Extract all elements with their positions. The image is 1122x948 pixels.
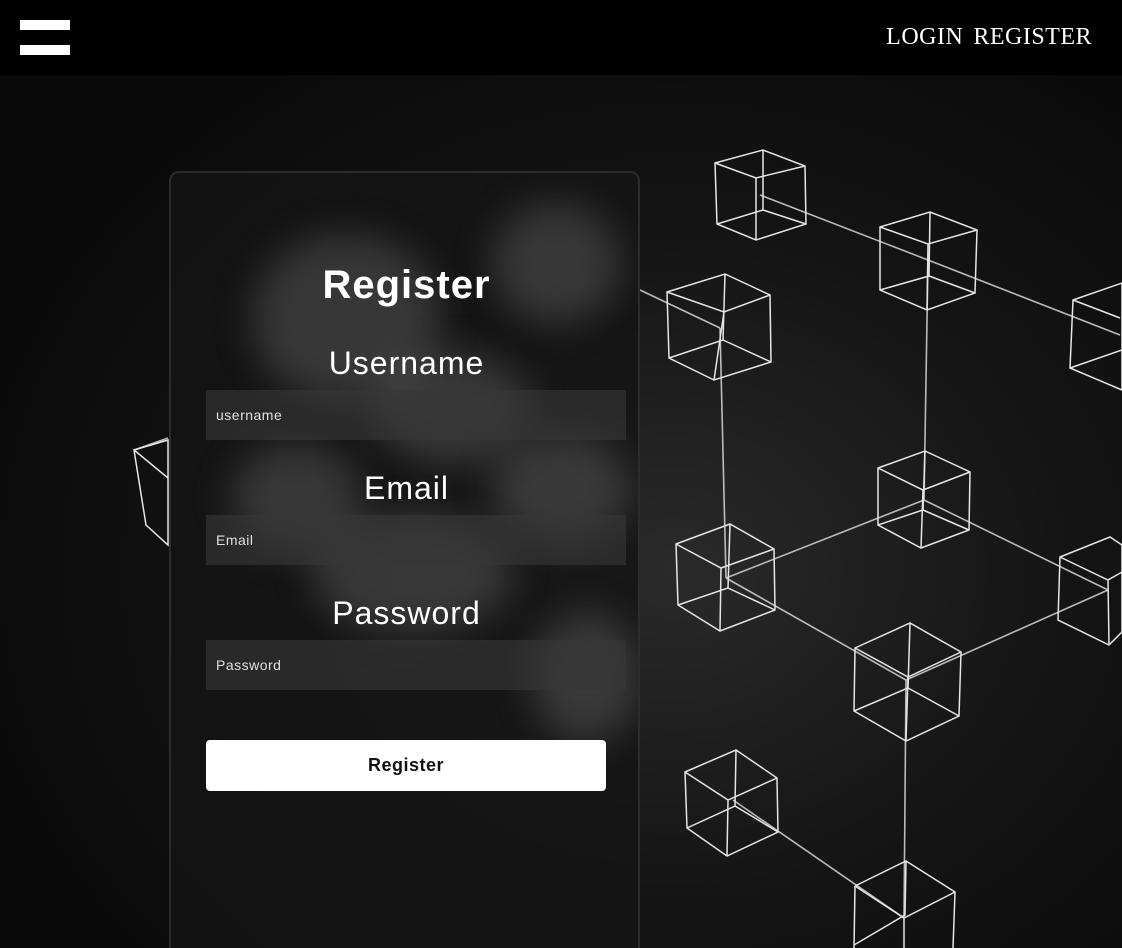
- top-navigation-bar: LOGIN REGISTER: [0, 0, 1122, 75]
- register-submit-button[interactable]: Register: [206, 740, 606, 791]
- hamburger-menu-icon[interactable]: [20, 20, 70, 55]
- form-title: Register: [322, 263, 491, 307]
- menu-bar-bottom: [20, 45, 70, 55]
- email-input[interactable]: [206, 515, 626, 565]
- nav-register-link[interactable]: REGISTER: [973, 24, 1092, 50]
- username-input[interactable]: [206, 390, 626, 440]
- password-input[interactable]: [206, 640, 626, 690]
- top-nav: LOGIN REGISTER: [886, 24, 1092, 50]
- username-label: Username: [328, 345, 485, 381]
- nav-login-link[interactable]: LOGIN: [886, 24, 963, 50]
- menu-bar-top: [20, 20, 70, 30]
- password-label: Password: [332, 595, 481, 631]
- register-card: Register Username Email Password Registe…: [169, 171, 640, 948]
- page: LOGIN REGISTER Register Username Email P…: [0, 0, 1122, 948]
- email-label: Email: [363, 470, 449, 506]
